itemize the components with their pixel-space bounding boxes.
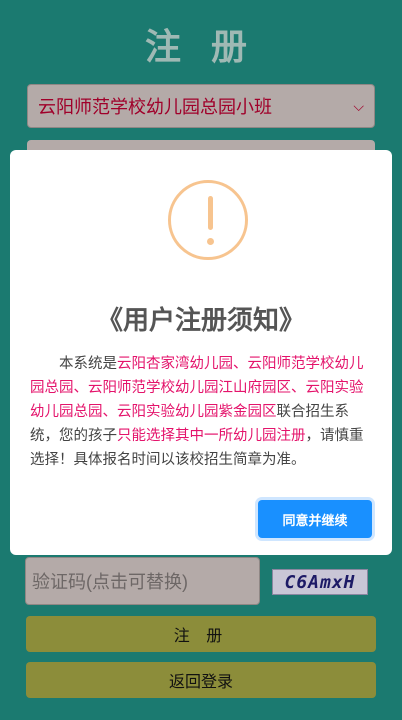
- warning-icon-bar: [208, 196, 213, 230]
- warning-icon-dot: [207, 238, 214, 245]
- agree-continue-button[interactable]: 同意并继续: [258, 500, 372, 538]
- notice-text-part: 本系统是: [59, 356, 117, 372]
- notice-warning-highlight: 只能选择其中一所幼儿园注册: [117, 428, 306, 444]
- registration-notice-modal: 《用户注册须知》 本系统是云阳杏家湾幼儿园、云阳师范学校幼儿园总园、云阳师范学校…: [10, 150, 392, 555]
- modal-notice-text: 本系统是云阳杏家湾幼儿园、云阳师范学校幼儿园总园、云阳师范学校幼儿园江山府园区、…: [30, 352, 370, 472]
- modal-title: 《用户注册须知》: [96, 305, 305, 335]
- warning-icon: [168, 180, 248, 260]
